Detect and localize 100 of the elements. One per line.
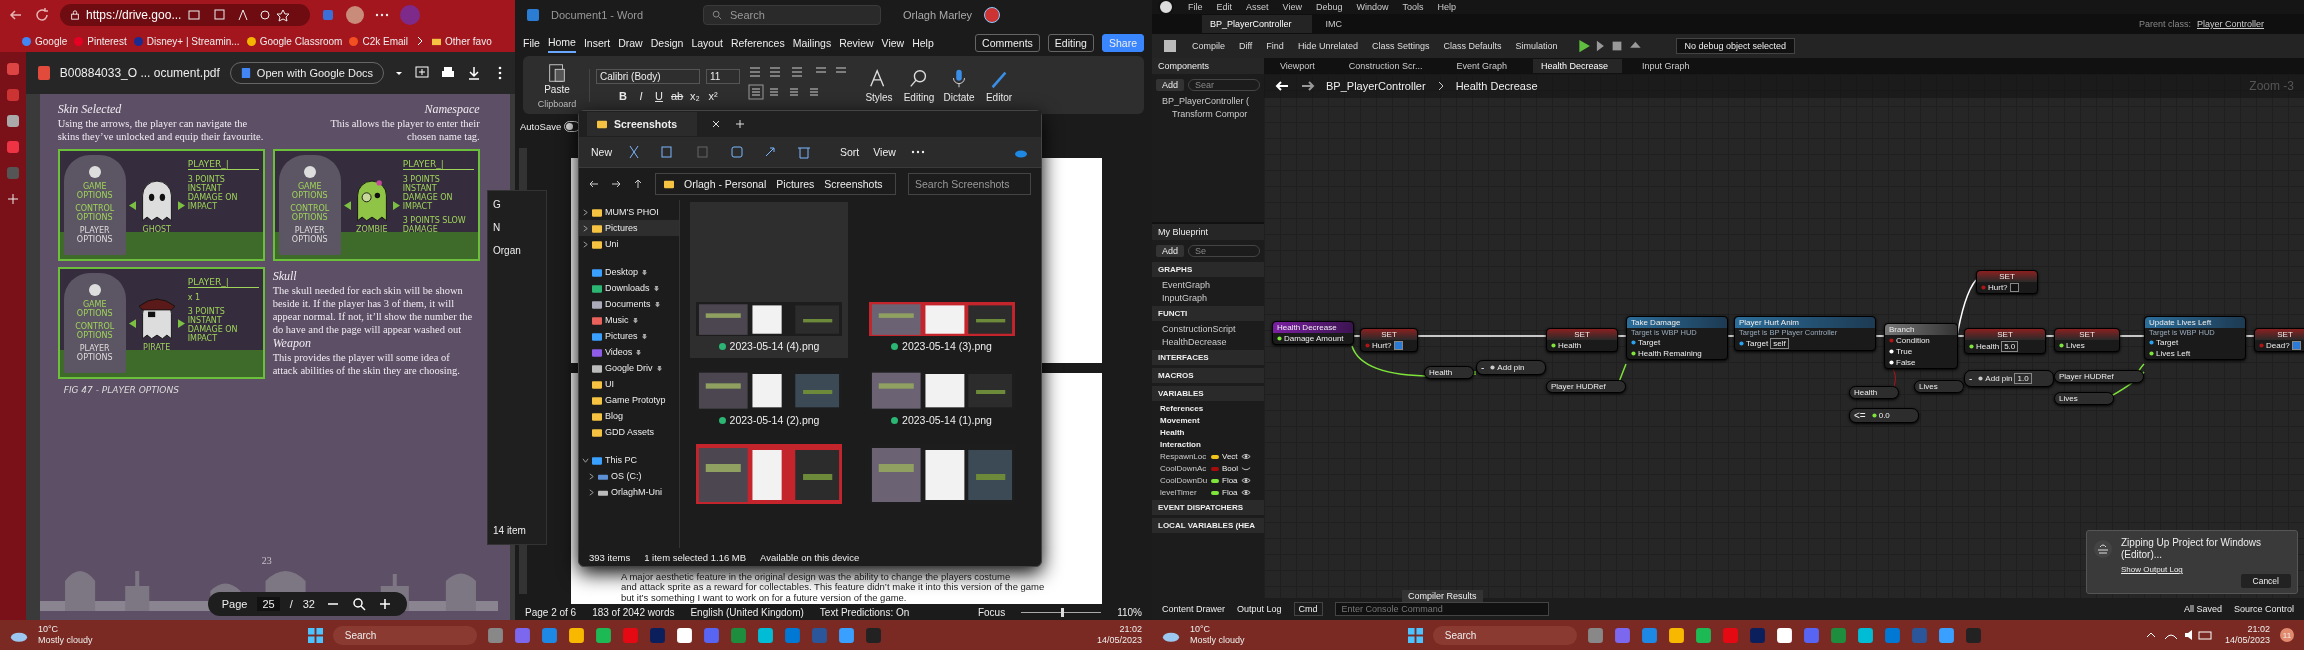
zoom-percent[interactable]: 110%: [1117, 606, 1142, 618]
format-button[interactable]: x²: [707, 89, 719, 102]
pin-icon[interactable]: [2059, 343, 2064, 348]
system-tray-icons-drawing[interactable]: [2144, 629, 2215, 641]
bookmark[interactable]: Disney+ | Streamin...: [133, 35, 240, 47]
save-icon[interactable]: [1162, 38, 1178, 54]
right-arrow-icon[interactable]: [392, 200, 400, 210]
nav-item[interactable]: UI: [579, 376, 679, 392]
component-item[interactable]: Transform Compor: [1152, 109, 1264, 119]
toolbar-button[interactable]: Simulation: [1515, 41, 1558, 51]
search-field[interactable]: Search: [1432, 625, 1577, 645]
blueprint-node[interactable]: Branch Condition True False: [1884, 323, 1958, 369]
graph-item[interactable]: ConstructionScript: [1152, 324, 1264, 334]
sidebar-app-icon[interactable]: [5, 62, 20, 76]
graph-tab[interactable]: Viewport: [1272, 59, 1329, 73]
pin-icon[interactable]: [1277, 336, 1282, 341]
ribbon-tab[interactable]: Help: [912, 34, 934, 52]
ribbon-button[interactable]: Editor: [982, 67, 1016, 103]
parent-class-link[interactable]: Player Controller: [2196, 19, 2264, 29]
variable-type[interactable]: Floa: [1222, 488, 1238, 497]
blueprint-node[interactable]: Player HUDRef: [1546, 380, 1626, 393]
blueprint-node[interactable]: Player HUDRef: [2054, 370, 2144, 383]
nav-item[interactable]: Game Prototyp: [579, 392, 679, 408]
eye-icon[interactable]: [1240, 453, 1251, 460]
file-tile[interactable]: 2023-05-14 (3).png: [862, 202, 1021, 358]
blueprint-node[interactable]: - Add pin: [1476, 360, 1546, 375]
chevron-icon[interactable]: [582, 208, 589, 216]
pin-value-field[interactable]: 1.0: [2014, 373, 2032, 384]
format-button[interactable]: ab: [671, 89, 683, 102]
menu-item[interactable]: Asset: [1246, 2, 1269, 12]
menu-option[interactable]: GAME OPTIONS: [64, 182, 125, 200]
add-button[interactable]: Add: [1156, 79, 1184, 91]
app-icon[interactable]: [756, 626, 774, 644]
close-icon[interactable]: [711, 119, 721, 129]
ribbon-button[interactable]: Editing: [902, 67, 936, 103]
clock-date[interactable]: 14/05/2023: [1096, 635, 1142, 646]
blueprint-node[interactable]: Health: [1424, 366, 1474, 379]
name-tag-field[interactable]: PLAYER_|: [402, 159, 474, 170]
app-icon[interactable]: [1856, 626, 1874, 644]
page-input[interactable]: 25: [257, 597, 280, 611]
profile-avatar[interactable]: [346, 6, 364, 24]
pin-icon[interactable]: [1631, 351, 1636, 356]
blueprint-node[interactable]: SET Dead?: [2254, 328, 2304, 352]
variable-name[interactable]: CoolDownDu: [1160, 476, 1208, 485]
up-icon[interactable]: [633, 179, 643, 189]
menu-option[interactable]: CONTROL OPTIONS: [64, 322, 125, 340]
ribbon-button[interactable]: Dictate: [942, 67, 976, 103]
closed-eye-icon[interactable]: [1241, 465, 1251, 472]
save-status[interactable]: All Saved: [2183, 604, 2222, 614]
ribbon-tab[interactable]: Mailings: [792, 34, 832, 52]
right-arrow-icon[interactable]: [177, 318, 185, 328]
ribbon-tab[interactable]: Home: [547, 33, 576, 53]
search-field[interactable]: Search: [332, 625, 477, 645]
compiler-results-tab[interactable]: Compiler Results: [1402, 590, 1483, 602]
variable-category[interactable]: Movement: [1152, 416, 1264, 425]
blueprint-node[interactable]: Health: [1849, 386, 1899, 399]
menu-item[interactable]: Window: [1356, 2, 1389, 12]
format-button[interactable]: B: [617, 89, 629, 102]
comments-button[interactable]: Comments: [975, 34, 1040, 52]
variable-name[interactable]: CoolDownAc: [1160, 464, 1208, 473]
format-button[interactable]: x₂: [689, 89, 701, 102]
chevron-icon[interactable]: [582, 224, 589, 232]
file-tile[interactable]: 2023-05-14 (2).png: [690, 362, 848, 432]
app-icon[interactable]: [1775, 626, 1793, 644]
left-arrow-icon[interactable]: [128, 200, 136, 210]
view-button[interactable]: View: [873, 146, 896, 158]
toolbar-button[interactable]: Diff: [1239, 41, 1253, 51]
windows-start-icon[interactable]: [1407, 627, 1423, 643]
asset-tab[interactable]: BP_PlayerController: [1202, 15, 1312, 33]
menu-item[interactable]: View: [1282, 2, 1302, 12]
show-output-log-link[interactable]: Show Output Log: [2093, 565, 2291, 574]
pin-icon[interactable]: [1551, 343, 1556, 348]
file-tile[interactable]: 2023-05-14 (4).png: [690, 202, 848, 358]
source-control-button[interactable]: Source Control: [2233, 604, 2294, 614]
language[interactable]: English (United Kingdom): [690, 606, 804, 618]
name-tag-field[interactable]: PLAYER_|: [187, 159, 259, 170]
pin-icon[interactable]: [1631, 340, 1636, 345]
nav-item[interactable]: Desktop: [579, 264, 679, 280]
chevron-icon[interactable]: [582, 240, 589, 248]
bookmark[interactable]: Pinterest: [74, 35, 127, 47]
nav-item[interactable]: Downloads: [579, 280, 679, 296]
menu-item[interactable]: File: [1188, 2, 1203, 12]
pin-icon[interactable]: [2149, 340, 2154, 345]
pin-icon[interactable]: [2149, 351, 2154, 356]
blueprint-node[interactable]: <= 0.0: [1849, 408, 1919, 423]
nav-item[interactable]: Pictures: [579, 220, 679, 236]
blueprint-node[interactable]: SET Hurt?: [1360, 328, 1418, 352]
nav-item[interactable]: Pictures: [579, 328, 679, 344]
pin-icon[interactable]: [1889, 360, 1894, 365]
menu-item[interactable]: Edit: [1216, 2, 1233, 12]
bookmark[interactable]: C2k Email: [349, 35, 409, 47]
pin-value-field[interactable]: self: [1770, 338, 1789, 349]
menu-option[interactable]: CONTROL OPTIONS: [279, 204, 340, 222]
menu-option[interactable]: PLAYER OPTIONS: [64, 226, 125, 244]
left-arrow-icon[interactable]: [128, 318, 136, 328]
nav-item[interactable]: This PC: [579, 452, 679, 468]
ribbon-tab[interactable]: References: [730, 34, 785, 52]
format-button[interactable]: I: [635, 89, 647, 102]
chevron-icon[interactable]: [588, 472, 595, 480]
menu-option[interactable]: CONTROL OPTIONS: [64, 204, 125, 222]
